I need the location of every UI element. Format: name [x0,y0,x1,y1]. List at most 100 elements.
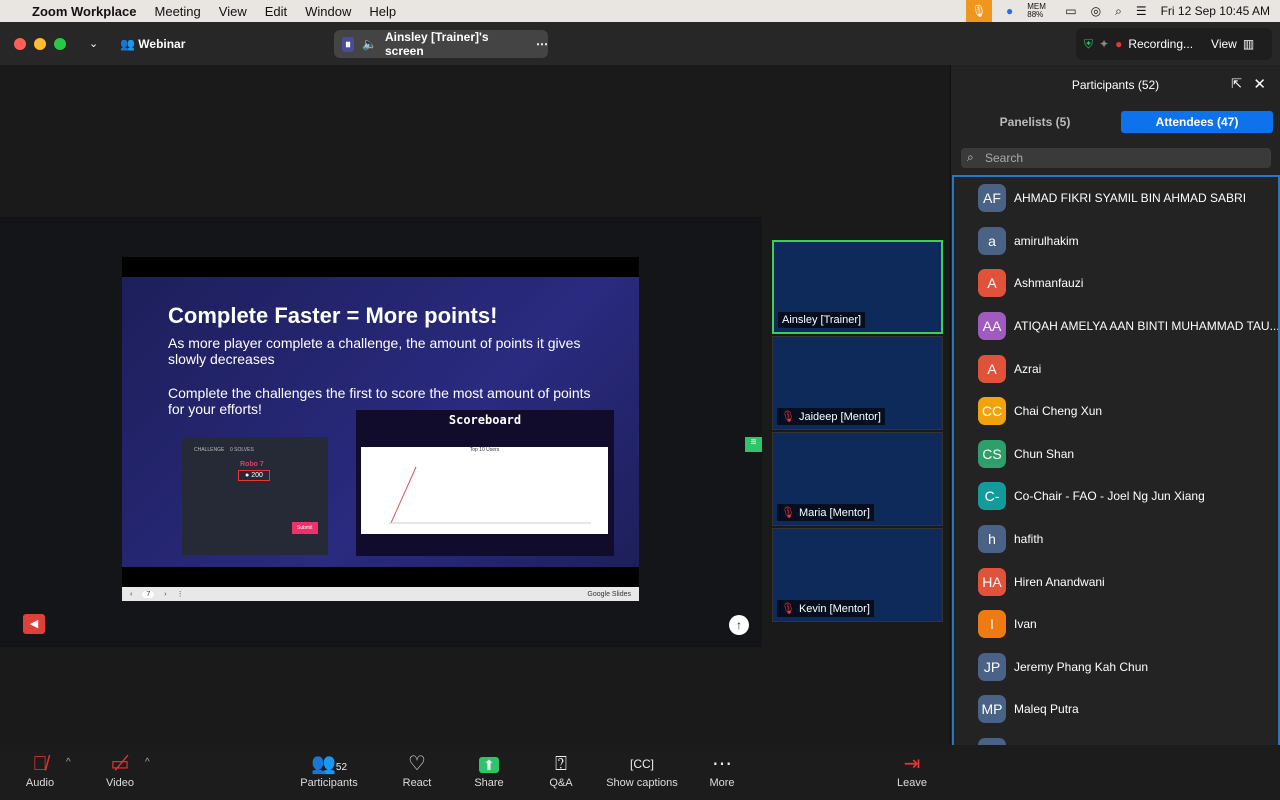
more-options-icon[interactable]: ⋯ [536,37,548,51]
video-tile[interactable]: 🎙 Jaideep [Mentor] [772,336,943,430]
list-item[interactable]: MP Maleq Putra [954,688,1278,731]
panel-handle-icon[interactable]: ≡ [745,437,762,452]
shared-screen: Complete Faster = More points! As more p… [0,217,762,647]
control-center-icon[interactable]: ☰ [1136,4,1147,18]
slides-menu-icon[interactable]: ⋮ [177,590,184,598]
close-window-button[interactable] [14,38,26,50]
list-item[interactable]: a amirulhakim [954,220,1278,263]
react-label: React [402,777,432,789]
list-item[interactable]: CC Chai Cheng Xun [954,390,1278,433]
list-item[interactable]: C- Co-Chair - FAO - Joel Ng Jun Xiang [954,475,1278,518]
list-item[interactable]: CS Chun Shan [954,433,1278,476]
more-button[interactable]: ⋯ More [682,751,762,789]
leave-button[interactable]: ⇥ Leave [872,751,952,789]
scroll-up-icon[interactable]: ↑ [729,615,749,635]
video-name: Maria [Mentor] [798,506,870,519]
video-tile[interactable]: 🎙 Maria [Mentor] [772,432,943,526]
share-button[interactable]: ⬆ Share [449,751,529,789]
cc-icon: [CC] [630,757,654,771]
list-item[interactable]: h hafith [954,518,1278,561]
solves-tab: 0 SOLVES [230,447,254,453]
collapse-share-icon[interactable]: ◀ [23,614,45,634]
list-item[interactable]: A Azrai [954,347,1278,390]
video-tile[interactable]: Ainsley [Trainer] [772,240,943,334]
audio-label: Audio [25,777,55,789]
more-icon: ⋯ [712,753,732,775]
video-label: Video [106,777,134,789]
maximize-window-button[interactable] [54,38,66,50]
wifi-icon[interactable]: ◎ [1091,4,1101,18]
share-up-icon: ⬆ [479,757,499,773]
avatar: CS [978,439,1006,468]
list-item[interactable]: I Ivan [954,603,1278,646]
share-label: Share [474,777,504,789]
submit-button: Submit [292,522,318,534]
close-icon[interactable]: ✕ [1253,75,1266,93]
battery-icon[interactable]: ▭ [1065,4,1076,18]
chart-plot [389,466,591,524]
audio-options-caret[interactable]: ^ [66,757,71,768]
video-options-caret[interactable]: ^ [145,757,150,768]
search-input[interactable]: Search [961,148,1271,168]
menu-help[interactable]: Help [369,4,396,19]
mem-status: MEM 88% [1027,2,1046,19]
leave-icon: ⇥ [903,753,921,775]
tab-attendees[interactable]: Attendees (47) [1121,111,1273,133]
shield-icon[interactable]: ⛨ [1084,37,1093,52]
qa-button[interactable]: ⍰ Q&A [521,751,601,789]
search-icon[interactable]: ⌕ [1115,4,1122,19]
avatar: CC [978,397,1006,426]
minimize-window-button[interactable] [34,38,46,50]
challenge-name: Robo 7 [240,461,264,468]
chevron-down-icon[interactable]: ⌄ [89,37,98,50]
video-name: Kevin [Mentor] [798,602,870,615]
recording-status[interactable]: Recording... [1128,37,1193,51]
mic-muted-icon: 🎙 [781,603,795,615]
menu-meeting[interactable]: Meeting [155,4,201,19]
video-name: Ainsley [Trainer] [782,314,862,326]
attendee-name: Azrai [1014,361,1042,376]
attendee-name: AHMAD FIKRI SYAMIL BIN AHMAD SABRI [1014,191,1247,206]
next-slide-button[interactable]: › [164,591,166,598]
slide-page-number[interactable]: 7 [142,590,155,598]
list-item[interactable]: A Ashmanfauzi [954,262,1278,305]
list-item[interactable]: AA ATIQAH AMELYA AAN BINTI MUHAMMAD TAU..… [954,305,1278,348]
presentation-slide: Complete Faster = More points! As more p… [122,257,639,601]
google-slides-label: Google Slides [587,590,631,598]
points-box: ● 200 [238,470,270,481]
avatar: C- [978,482,1006,511]
challenge-card: CHALLENGE 0 SOLVES Robo 7 ● 200 Submit [182,437,328,555]
attendee-name: Jeremy Phang Kah Chun [1014,659,1149,674]
menu-window[interactable]: Window [305,4,351,19]
list-item[interactable]: HA Hiren Anandwani [954,560,1278,603]
zoom-icon[interactable]: ● [1006,4,1013,18]
participants-button[interactable]: 👥52 Participants [289,751,369,789]
prev-slide-button[interactable]: ‹ [130,591,132,598]
ai-sparkle-icon[interactable]: ✦ [1099,37,1109,51]
tab-panelists[interactable]: Panelists (5) [959,111,1111,133]
list-item[interactable]: AF AHMAD FIKRI SYAMIL BIN AHMAD SABRI [954,177,1278,220]
datetime[interactable]: Fri 12 Sep 10:45 AM [1161,4,1270,18]
attendee-name: Ashmanfauzi [1014,276,1084,291]
list-item[interactable]: JP Jeremy Phang Kah Chun [954,646,1278,689]
captions-button[interactable]: [CC] Show captions [597,751,687,789]
share-status-pill[interactable]: ⏸ 🔈 Ainsley [Trainer]'s screen ⋯ [334,30,548,58]
share-icon: ⏸ [342,36,355,52]
menu-app[interactable]: Zoom Workplace [32,4,137,19]
speaker-icon: 🔈 [362,37,377,51]
avatar: JP [978,652,1006,681]
participants-count: 52 [335,762,348,773]
avatar: AA [978,312,1006,341]
video-tile[interactable]: 🎙 Kevin [Mentor] [772,528,943,622]
qa-label: Q&A [549,777,573,789]
avatar: MP [978,695,1006,724]
view-button[interactable]: View [1211,37,1237,51]
top-users-chart: Top 10 Users [361,447,608,534]
popout-icon[interactable]: ⇱ [1231,76,1242,92]
menu-edit[interactable]: Edit [265,4,287,19]
attendee-name: Chai Cheng Xun [1014,404,1103,419]
react-button[interactable]: ♡ React [377,751,457,789]
view-grid-icon[interactable]: ▥ [1243,37,1254,51]
menu-view[interactable]: View [219,4,247,19]
microphone-icon[interactable]: 🎙 [966,0,993,22]
